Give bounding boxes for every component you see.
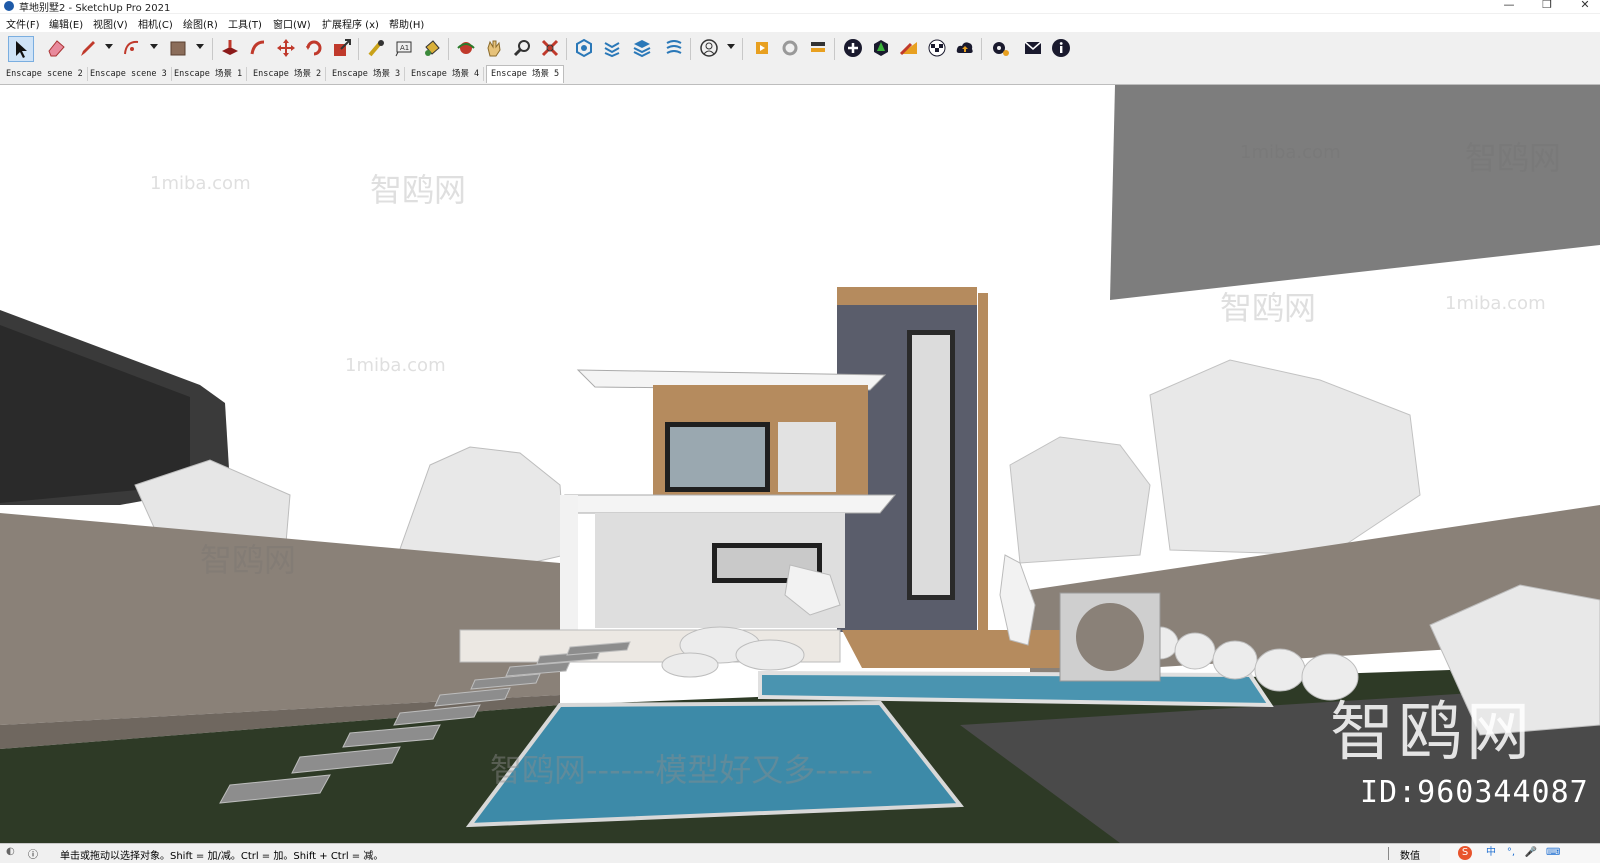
user-account-icon[interactable]	[697, 36, 721, 60]
enscape-sync-icon[interactable]	[778, 36, 802, 60]
zoom-extents-icon[interactable]	[538, 36, 562, 60]
menu-help[interactable]: 帮助(H)	[389, 16, 424, 31]
tab-enscape-changjing-5[interactable]: Enscape 场景 5	[486, 65, 565, 83]
menu-camera[interactable]: 相机(C)	[138, 16, 173, 31]
toolbar-separator	[690, 38, 691, 60]
paint-bucket-icon[interactable]	[420, 36, 444, 60]
close-button[interactable]: ✕	[1574, 0, 1596, 12]
text-icon[interactable]: A1	[392, 36, 416, 60]
chevron-down-icon[interactable]	[105, 44, 113, 49]
add-icon[interactable]	[841, 36, 865, 60]
toolbar-separator	[212, 38, 213, 60]
menu-file[interactable]: 文件(F)	[6, 16, 40, 31]
follow-me-icon[interactable]	[246, 36, 270, 60]
wood-deck	[842, 630, 1070, 668]
brand-watermark: 智鸥网	[1330, 696, 1534, 770]
model-id-label: ID:960344087	[1360, 775, 1589, 810]
toolbar-separator	[742, 38, 743, 60]
toolbar-separator	[566, 38, 567, 60]
info-icon[interactable]	[1049, 36, 1073, 60]
minimize-button[interactable]: —	[1498, 0, 1520, 12]
restore-button[interactable]: ❐	[1536, 0, 1558, 12]
cloud-upload-icon[interactable]	[953, 36, 977, 60]
push-pull-icon[interactable]	[218, 36, 242, 60]
chevron-down-icon[interactable]	[150, 44, 158, 49]
ime-punctuation-mode[interactable]: °,	[1504, 846, 1518, 860]
tab-enscape-changjing-3[interactable]: Enscape 场景 3	[328, 67, 406, 81]
menu-edit[interactable]: 编辑(E)	[49, 16, 83, 31]
settings-icon[interactable]	[988, 36, 1012, 60]
geo-location-icon[interactable]: ◐	[6, 846, 15, 857]
rectangle-icon[interactable]	[166, 36, 190, 60]
orbit-icon[interactable]	[454, 36, 478, 60]
status-separator	[1388, 847, 1389, 860]
pan-icon[interactable]	[482, 36, 506, 60]
toolbar-separator	[448, 38, 449, 60]
overhang-slab	[1110, 85, 1600, 300]
pencil-line-icon[interactable]	[76, 36, 100, 60]
layers-icon[interactable]	[630, 36, 654, 60]
tree-right-large	[1149, 359, 1421, 556]
scene-tabs: Enscape scene 2 Enscape scene 3 Enscape …	[0, 64, 1600, 85]
components-icon[interactable]	[572, 36, 596, 60]
upper-pool	[758, 670, 1274, 708]
measurements-label: 数值	[1400, 851, 1420, 862]
material-palette-icon[interactable]	[897, 36, 921, 60]
info-icon[interactable]: ⓘ	[28, 846, 38, 861]
chevron-down-icon[interactable]	[196, 44, 204, 49]
menu-view[interactable]: 视图(V)	[93, 16, 128, 31]
title-bar: 草地别墅2 - SketchUp Pro 2021 — ❐ ✕	[0, 0, 1600, 14]
chevron-down-icon[interactable]	[727, 44, 735, 49]
tab-enscape-changjing-1[interactable]: Enscape 场景 1	[170, 67, 248, 81]
menu-window[interactable]: 窗口(W)	[273, 16, 311, 31]
styles-icon[interactable]	[662, 36, 686, 60]
ime-voice-icon[interactable]: 🎤	[1524, 846, 1538, 860]
tab-enscape-scene-2[interactable]: Enscape scene 2	[2, 67, 88, 81]
menu-extensions[interactable]: 扩展程序 (x)	[322, 16, 379, 31]
toolbar-separator	[981, 38, 982, 60]
tab-enscape-changjing-2[interactable]: Enscape 场景 2	[249, 67, 327, 81]
zoom-icon[interactable]	[510, 36, 534, 60]
ime-chinese-mode[interactable]: 中	[1484, 846, 1498, 860]
move-icon[interactable]	[274, 36, 298, 60]
status-message: 单击或拖动以选择对象。Shift = 加/减。Ctrl = 加。Shift + …	[60, 851, 384, 862]
status-bar: ◐ ⓘ 单击或拖动以选择对象。Shift = 加/减。Ctrl = 加。Shif…	[0, 843, 1600, 863]
enscape-start-icon[interactable]	[750, 36, 774, 60]
tree-right	[1009, 436, 1151, 564]
checker-icon[interactable]	[925, 36, 949, 60]
enscape-views-icon[interactable]	[806, 36, 830, 60]
rotate-icon[interactable]	[302, 36, 326, 60]
mail-icon[interactable]	[1021, 36, 1045, 60]
materials-icon[interactable]	[600, 36, 624, 60]
scale-icon[interactable]	[330, 36, 354, 60]
tape-measure-icon[interactable]	[364, 36, 388, 60]
eraser-icon[interactable]	[44, 36, 68, 60]
tree-icon[interactable]	[869, 36, 893, 60]
ime-keyboard-icon[interactable]: ⌨	[1546, 846, 1560, 860]
arc-icon[interactable]	[120, 36, 144, 60]
select-icon[interactable]	[8, 36, 34, 62]
menu-bar: 文件(F) 编辑(E) 视图(V) 相机(C) 绘图(R) 工具(T) 窗口(W…	[0, 14, 1600, 32]
sketchup-app-icon	[4, 1, 14, 11]
window-title: 草地别墅2 - SketchUp Pro 2021	[19, 3, 171, 14]
menu-draw[interactable]: 绘图(R)	[183, 16, 218, 31]
toolbar-separator	[834, 38, 835, 60]
sogou-ime-icon[interactable]: S	[1458, 846, 1472, 860]
svg-text:A1: A1	[400, 44, 409, 52]
menu-tools[interactable]: 工具(T)	[228, 16, 262, 31]
main-toolbar: A1	[0, 32, 1600, 64]
model-viewport[interactable]: 1miba.com 智鸥网 1miba.com 智鸥网 1miba.com 智鸥…	[0, 85, 1600, 843]
toolbar-separator	[358, 38, 359, 60]
tab-enscape-changjing-4[interactable]: Enscape 场景 4	[407, 67, 485, 81]
tab-enscape-scene-3[interactable]: Enscape scene 3	[86, 67, 172, 81]
